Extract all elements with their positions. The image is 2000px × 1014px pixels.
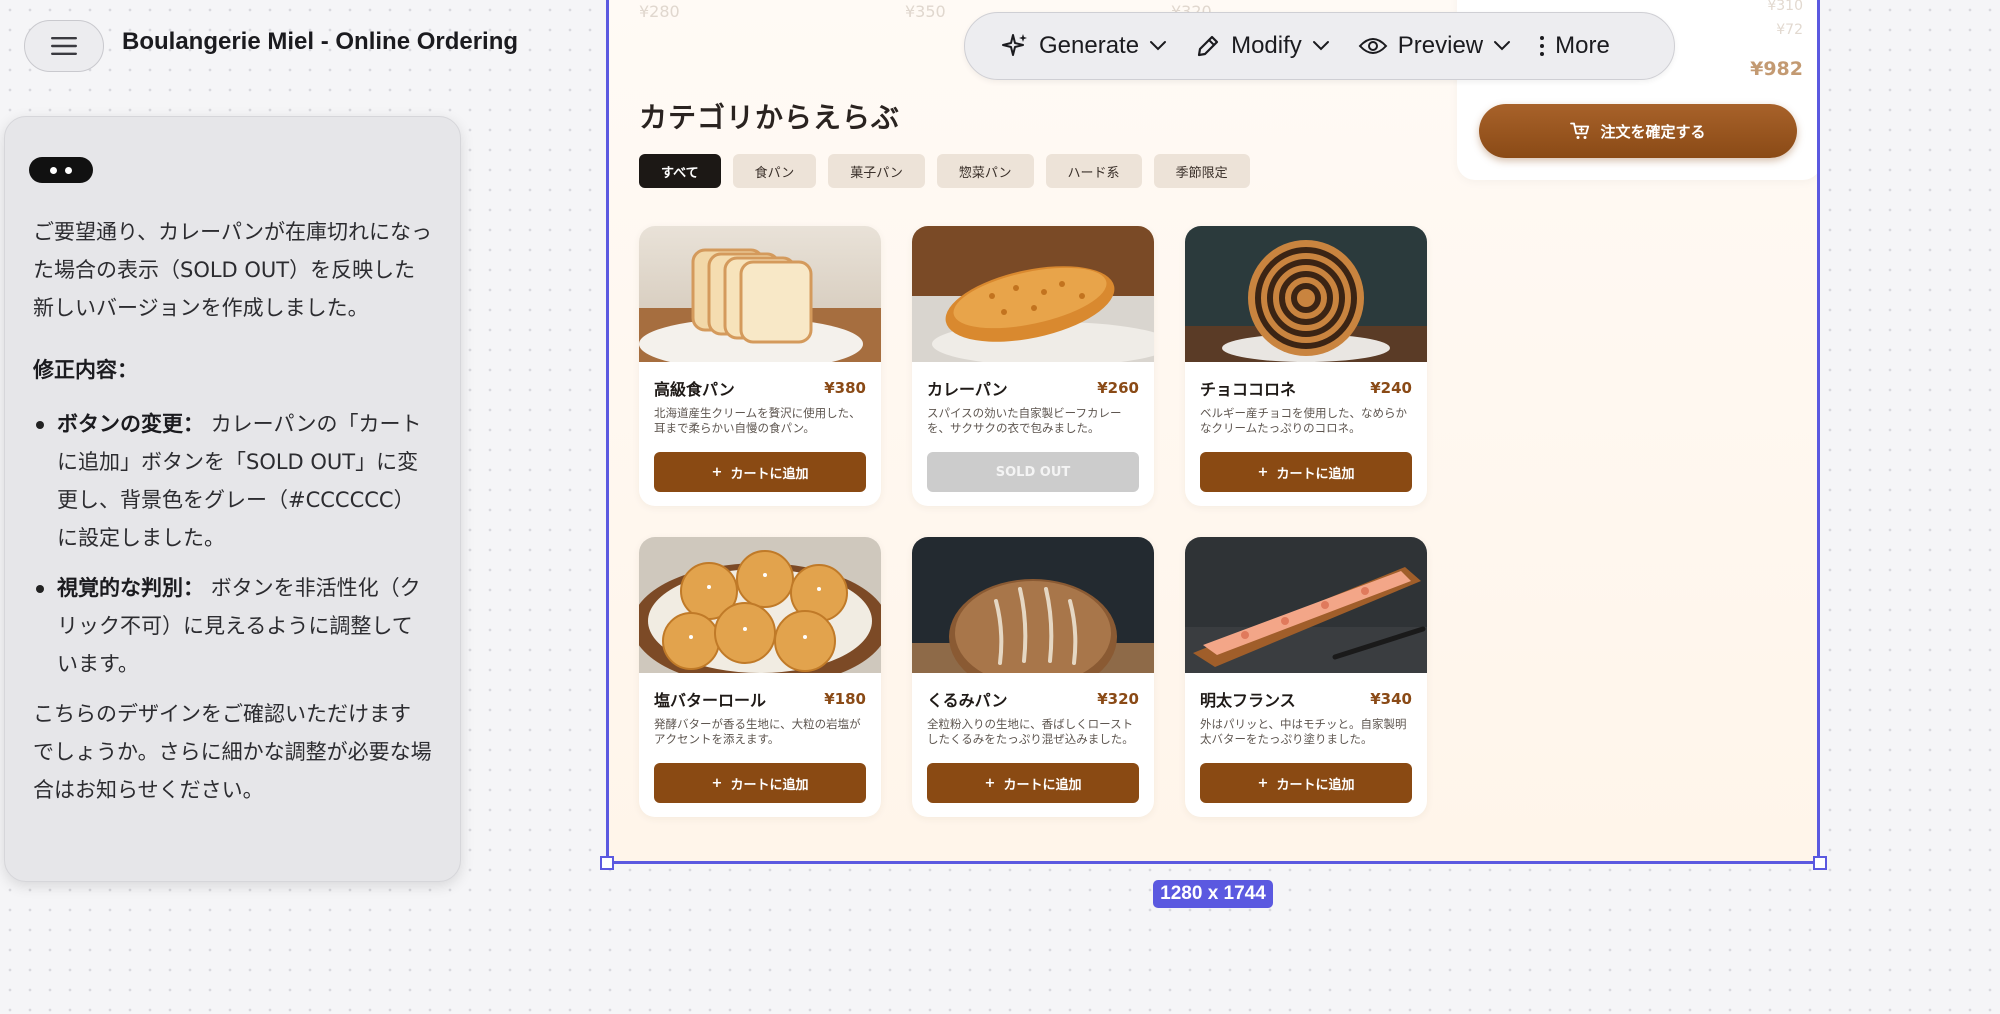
product-name: くるみパン <box>927 691 1008 710</box>
product-image-shokupan <box>639 226 881 362</box>
generate-label: Generate <box>1039 32 1140 59</box>
typing-indicator <box>29 157 93 183</box>
product-card: カレーパン ¥260 スパイスの効いた自家製ビーフカレーを、サクサクの衣で包みま… <box>912 226 1154 506</box>
add-to-cart-label: カートに追加 <box>1276 777 1355 793</box>
plus-icon: + <box>711 464 723 480</box>
plus-icon: + <box>1257 464 1269 480</box>
more-label: More <box>1555 32 1610 59</box>
product-description: 全粒粉入りの生地に、香ばしくローストしたくるみをたっぷり混ぜ込みました。 <box>927 717 1134 746</box>
add-to-cart-button[interactable]: + カートに追加 <box>927 763 1139 803</box>
category-chips: すべて 食パン 菓子パン 惣菜パン ハード系 季節限定 <box>639 154 1250 188</box>
product-price: ¥320 <box>1097 690 1139 708</box>
hamburger-icon <box>51 37 77 55</box>
product-image-salt-butter-roll <box>639 537 881 673</box>
more-button[interactable]: More <box>1527 22 1622 70</box>
product-name: カレーパン <box>927 380 1008 399</box>
product-description: スパイスの効いた自家製ビーフカレーを、サクサクの衣で包みました。 <box>927 406 1122 435</box>
add-to-cart-label: カートに追加 <box>730 466 809 482</box>
confirm-order-label: 注文を確定する <box>1600 122 1706 141</box>
product-image-mentai-france <box>1185 537 1427 673</box>
product-name: 明太フランス <box>1200 691 1296 710</box>
cart-icon <box>1570 122 1590 139</box>
category-chip-kashipan[interactable]: 菓子パン <box>828 154 925 188</box>
sparkle-icon <box>1002 34 1027 56</box>
app-title: Boulangerie Miel - Online Ordering <box>122 28 519 55</box>
eye-icon <box>1358 38 1388 54</box>
plus-icon: + <box>984 775 996 791</box>
product-description: ベルギー産チョコを使用した、なめらかなクリームたっぷりのコロネ。 <box>1200 406 1407 435</box>
product-description: 北海道産生クリームを贅沢に使用した、耳まで柔らかい自慢の食パン。 <box>654 406 861 435</box>
add-to-cart-button[interactable]: + カートに追加 <box>1200 763 1412 803</box>
product-name: 塩バターロール <box>654 691 767 710</box>
product-description: 外はパリッと、中はモチッと。自家製明太バターをたっぷり塗りました。 <box>1200 717 1407 746</box>
ghost-line-price: ¥72 <box>1776 22 1803 38</box>
modify-label: Modify <box>1231 32 1302 59</box>
floating-toolbar: Generate Modify Preview More <box>964 12 1675 80</box>
sold-out-button: SOLD OUT <box>927 452 1139 492</box>
product-price: ¥380 <box>824 379 866 397</box>
preview-label: Preview <box>1397 32 1484 59</box>
product-price: ¥240 <box>1370 379 1412 397</box>
category-chip-hard[interactable]: ハード系 <box>1045 154 1142 188</box>
add-to-cart-button[interactable]: + カートに追加 <box>654 763 866 803</box>
chat-panel: ご要望通り、カレーパンが在庫切れになった場合の表示（SOLD OUT）を反映した… <box>4 116 461 882</box>
product-price: ¥180 <box>824 690 866 708</box>
chevron-down-icon <box>1150 41 1167 51</box>
chevron-down-icon <box>1494 41 1511 51</box>
ghost-price: ¥280 <box>639 2 680 21</box>
product-price: ¥340 <box>1370 690 1412 708</box>
chat-bullet: 視覚的な判別： ボタンを非活性化（クリック不可）に見えるように調整しています。 <box>33 569 432 683</box>
chat-closing: こちらのデザインをご確認いただけますでしょうか。さらに細かな調整が必要な場合はお… <box>33 702 432 802</box>
product-card: 塩バターロール ¥180 発酵バターが香る生地に、大粒の岩塩がアクセントを添えま… <box>639 537 881 817</box>
category-title: カテゴリからえらぶ <box>639 101 901 134</box>
plus-icon: + <box>711 775 723 791</box>
frame-size-badge: 1280 x 1744 <box>1153 880 1273 908</box>
category-chip-souzaipan[interactable]: 惣菜パン <box>936 154 1034 188</box>
product-card: チョココロネ ¥240 ベルギー産チョコを使用した、なめらかなクリームたっぷりの… <box>1185 226 1427 506</box>
add-to-cart-button[interactable]: + カートに追加 <box>1200 452 1412 492</box>
add-to-cart-button[interactable]: + カートに追加 <box>654 452 866 492</box>
product-grid: 高級食パン ¥380 北海道産生クリームを贅沢に使用した、耳まで柔らかい自慢の食… <box>639 226 1427 817</box>
modify-button[interactable]: Modify <box>1183 22 1342 70</box>
plus-icon: + <box>1257 775 1269 791</box>
product-name: 高級食パン <box>654 380 735 399</box>
category-chip-shokupan[interactable]: 食パン <box>732 154 817 188</box>
product-description: 発酵バターが香る生地に、大粒の岩塩がアクセントを添えます。 <box>654 717 861 746</box>
ghost-price: ¥350 <box>905 2 946 21</box>
preview-button[interactable]: Preview <box>1346 22 1523 70</box>
menu-button[interactable] <box>24 20 104 72</box>
category-chip-all[interactable]: すべて <box>639 154 721 188</box>
design-frame[interactable]: ¥280 ¥350 ¥320 ¥310 ¥72 ¥982 注文を確定する カテゴ… <box>606 0 1820 864</box>
pencil-icon <box>1197 35 1219 57</box>
product-price: ¥260 <box>1097 379 1139 397</box>
add-to-cart-label: カートに追加 <box>1003 777 1082 793</box>
chevron-down-icon <box>1312 41 1329 51</box>
chat-bullet: ボタンの変更： カレーパンの「カートに追加」ボタンを「SOLD OUT」に変更し… <box>33 405 432 557</box>
product-image-choco-cornet <box>1185 226 1427 362</box>
resize-handle-bottom-left[interactable] <box>600 856 614 870</box>
product-card: くるみパン ¥320 全粒粉入りの生地に、香ばしくローストしたくるみをたっぷり混… <box>912 537 1154 817</box>
confirm-order-button[interactable]: 注文を確定する <box>1479 104 1797 158</box>
product-image-curry-pan <box>912 226 1154 362</box>
order-total: ¥982 <box>1750 58 1803 80</box>
product-card: 明太フランス ¥340 外はパリッと、中はモチッと。自家製明太バターをたっぷり塗… <box>1185 537 1427 817</box>
chat-bullet-list: ボタンの変更： カレーパンの「カートに追加」ボタンを「SOLD OUT」に変更し… <box>33 405 432 683</box>
category-chip-seasonal[interactable]: 季節限定 <box>1153 154 1250 188</box>
add-to-cart-label: カートに追加 <box>730 777 809 793</box>
ghost-line-price: ¥310 <box>1767 0 1803 14</box>
more-vertical-icon <box>1540 36 1545 56</box>
add-to-cart-label: カートに追加 <box>1276 466 1355 482</box>
chat-intro: ご要望通り、カレーパンが在庫切れになった場合の表示（SOLD OUT）を反映した… <box>33 220 432 320</box>
product-image-walnut-bread <box>912 537 1154 673</box>
product-card: 高級食パン ¥380 北海道産生クリームを贅沢に使用した、耳まで柔らかい自慢の食… <box>639 226 881 506</box>
chat-heading: 修正内容： <box>33 358 138 382</box>
generate-button[interactable]: Generate <box>989 22 1179 70</box>
sold-out-label: SOLD OUT <box>995 464 1071 480</box>
resize-handle-bottom-right[interactable] <box>1813 856 1827 870</box>
product-name: チョココロネ <box>1200 380 1297 399</box>
